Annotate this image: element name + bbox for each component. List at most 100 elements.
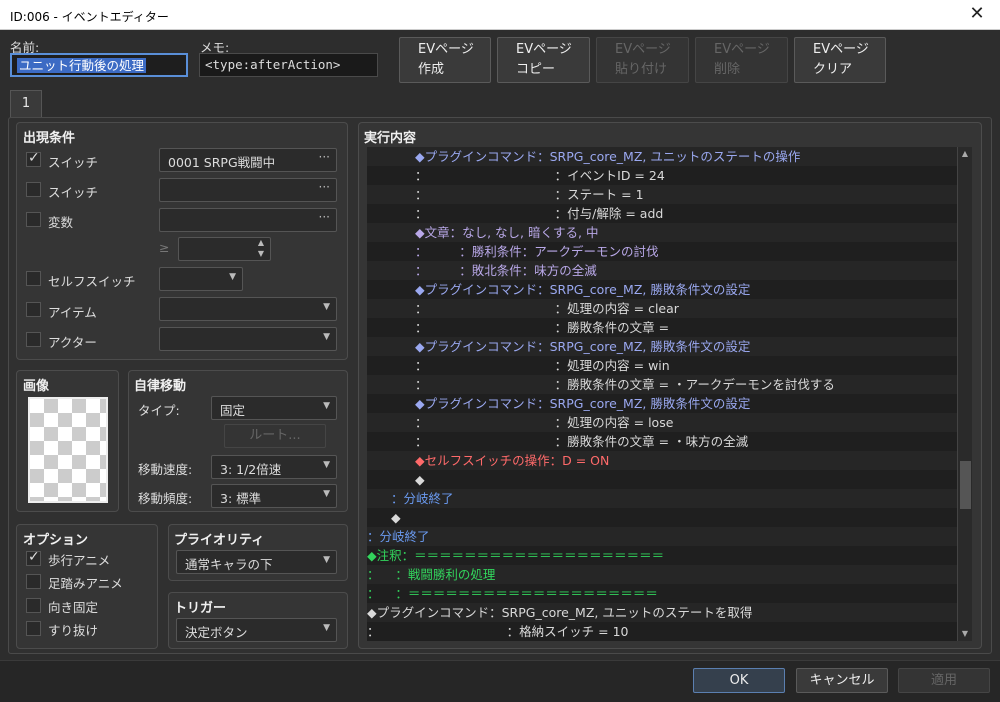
apply-button[interactable]: 適用 [898, 668, 990, 693]
actor-checkbox[interactable] [26, 332, 41, 347]
switch2-checkbox[interactable] [26, 182, 41, 197]
trigger-title: トリガー [174, 601, 227, 616]
actor-select[interactable]: ▼ [159, 327, 337, 351]
more-icon: ··· [318, 180, 330, 194]
command-list[interactable]: ◆プラグインコマンド：SRPG_core_MZ, ユニットのステートの操作： ：… [367, 147, 957, 641]
command-line[interactable]: ◆プラグインコマンド：SRPG_core_MZ, ユニットのステートの操作 [367, 147, 957, 166]
through-checkbox[interactable] [26, 621, 41, 636]
actor-label: アクター [48, 335, 97, 350]
command-line[interactable]: ： ：処理の内容 = win [367, 356, 957, 375]
selfswitch-label: セルフスイッチ [48, 274, 136, 289]
memo-input[interactable]: <type:afterAction> [199, 53, 378, 77]
window-title: ID:006 - イベントエディター [10, 10, 169, 24]
name-input[interactable]: ユニット行動後の処理 [10, 53, 188, 77]
variable-value-stepper[interactable]: ▲ ▼ [178, 237, 271, 261]
command-line[interactable]: ◆ [367, 470, 957, 489]
scroll-up-icon[interactable]: ▲ [958, 147, 972, 161]
variable-checkbox[interactable] [26, 212, 41, 227]
speed-select[interactable]: 3: 1/2倍速 ▼ [211, 455, 337, 479]
command-line[interactable]: ◆文章：なし, なし, 暗くする, 中 [367, 223, 957, 242]
command-line[interactable]: ◆セルフスイッチの操作：D = ON [367, 451, 957, 470]
command-line[interactable]: ： ：＝＝＝＝＝＝＝＝＝＝＝＝＝＝＝＝＝＝＝＝ [367, 584, 957, 603]
chevron-down-icon: ▼ [323, 555, 330, 565]
speed-label: 移動速度: [138, 462, 193, 477]
chevron-down-icon: ▼ [229, 272, 236, 282]
command-line[interactable]: ： ：格納スイッチ = 10 [367, 622, 957, 641]
ge-icon: ≥ [159, 240, 170, 255]
selfswitch-checkbox[interactable] [26, 271, 41, 286]
variable-label: 変数 [48, 215, 74, 230]
command-line[interactable]: ： ：戦闘勝利の処理 [367, 565, 957, 584]
title-bar: ID:006 - イベントエディター ✕ [0, 0, 1000, 30]
autonomous-title: 自律移動 [134, 379, 187, 394]
step-anime-checkbox[interactable] [26, 574, 41, 589]
switch2-label: スイッチ [48, 185, 99, 200]
command-line[interactable]: ◆ [367, 508, 957, 527]
command-line[interactable]: ： ：付与/解除 = add [367, 204, 957, 223]
switch2-select[interactable]: ··· [159, 178, 337, 202]
tab-page-1[interactable]: 1 [10, 90, 42, 118]
selfswitch-select[interactable]: ▼ [159, 267, 243, 291]
command-line[interactable]: ： ：勝敗条件の文章 = ・味方の全滅 [367, 432, 957, 451]
more-icon: ··· [318, 210, 330, 224]
command-line[interactable]: ◆注釈：＝＝＝＝＝＝＝＝＝＝＝＝＝＝＝＝＝＝＝＝ [367, 546, 957, 565]
trigger-select[interactable]: 決定ボタン ▼ [176, 618, 337, 642]
stepper-down-icon[interactable]: ▼ [258, 249, 264, 258]
item-checkbox[interactable] [26, 302, 41, 317]
close-icon[interactable]: ✕ [962, 2, 992, 26]
chevron-down-icon: ▼ [323, 302, 330, 312]
command-list-scrollbar[interactable]: ▲ ▼ [957, 147, 972, 641]
frequency-select[interactable]: 3: 標準 ▼ [211, 484, 337, 508]
command-line[interactable]: ： ：ステート = 1 [367, 185, 957, 204]
chevron-down-icon: ▼ [323, 623, 330, 633]
scroll-down-icon[interactable]: ▼ [958, 627, 972, 641]
cancel-button[interactable]: キャンセル [796, 668, 888, 693]
scroll-thumb[interactable] [960, 461, 971, 509]
direction-fix-checkbox[interactable] [26, 598, 41, 613]
chevron-down-icon: ▼ [323, 489, 330, 499]
ev-page-delete-button[interactable]: EVページ 削除 [695, 37, 788, 83]
priority-select[interactable]: 通常キャラの下 ▼ [176, 550, 337, 574]
command-line[interactable]: ： ：敗北条件：味方の全滅 [367, 261, 957, 280]
ev-page-copy-button[interactable]: EVページ コピー [497, 37, 590, 83]
ev-page-create-button[interactable]: EVページ 作成 [399, 37, 491, 83]
item-select[interactable]: ▼ [159, 297, 337, 321]
ev-page-paste-button[interactable]: EVページ 貼り付け [596, 37, 689, 83]
chevron-down-icon: ▼ [323, 401, 330, 411]
variable-select[interactable]: ··· [159, 208, 337, 232]
conditions-title: 出現条件 [23, 131, 76, 146]
ok-button[interactable]: OK [693, 668, 785, 693]
switch1-label: スイッチ [48, 155, 99, 170]
command-line[interactable]: ： ：処理の内容 = lose [367, 413, 957, 432]
more-icon: ··· [318, 150, 330, 164]
command-line[interactable]: ： ：勝利条件：アークデーモンの討伐 [367, 242, 957, 261]
switch1-checkbox[interactable] [26, 150, 41, 167]
options-title: オプション [23, 533, 89, 548]
chevron-down-icon: ▼ [323, 460, 330, 470]
command-line[interactable]: ◆プラグインコマンド：SRPG_core_MZ, 勝敗条件文の設定 [367, 394, 957, 413]
command-line[interactable]: ：分岐終了 [367, 527, 957, 546]
chevron-down-icon: ▼ [323, 332, 330, 342]
contents-title: 実行内容 [364, 131, 417, 146]
command-line[interactable]: ： ：勝敗条件の文章 = ・アークデーモンを討伐する [367, 375, 957, 394]
command-line[interactable]: ：分岐終了 [367, 489, 957, 508]
direction-fix-label: 向き固定 [48, 600, 99, 615]
type-label: タイプ: [138, 403, 180, 418]
walk-anime-checkbox[interactable] [26, 549, 41, 566]
command-line[interactable]: ◆プラグインコマンド：SRPG_core_MZ, 勝敗条件文の設定 [367, 280, 957, 299]
command-line[interactable]: ◆プラグインコマンド：SRPG_core_MZ, ユニットのステートを取得 [367, 603, 957, 622]
command-line[interactable]: ： ：勝敗条件の文章 = [367, 318, 957, 337]
image-title: 画像 [23, 379, 50, 394]
item-label: アイテム [48, 305, 97, 320]
event-image[interactable] [28, 397, 108, 503]
stepper-up-icon[interactable]: ▲ [258, 238, 264, 247]
type-select[interactable]: 固定 ▼ [211, 396, 337, 420]
command-line[interactable]: ： ：イベントID = 24 [367, 166, 957, 185]
switch1-select[interactable]: 0001 SRPG戦闘中 ··· [159, 148, 337, 172]
command-line[interactable]: ： ：処理の内容 = clear [367, 299, 957, 318]
command-line[interactable]: ◆プラグインコマンド：SRPG_core_MZ, 勝敗条件文の設定 [367, 337, 957, 356]
frequency-label: 移動頻度: [138, 491, 193, 506]
ev-page-clear-button[interactable]: EVページ クリア [794, 37, 886, 83]
route-button[interactable]: ルート... [224, 424, 326, 448]
through-label: すり抜け [48, 623, 99, 638]
